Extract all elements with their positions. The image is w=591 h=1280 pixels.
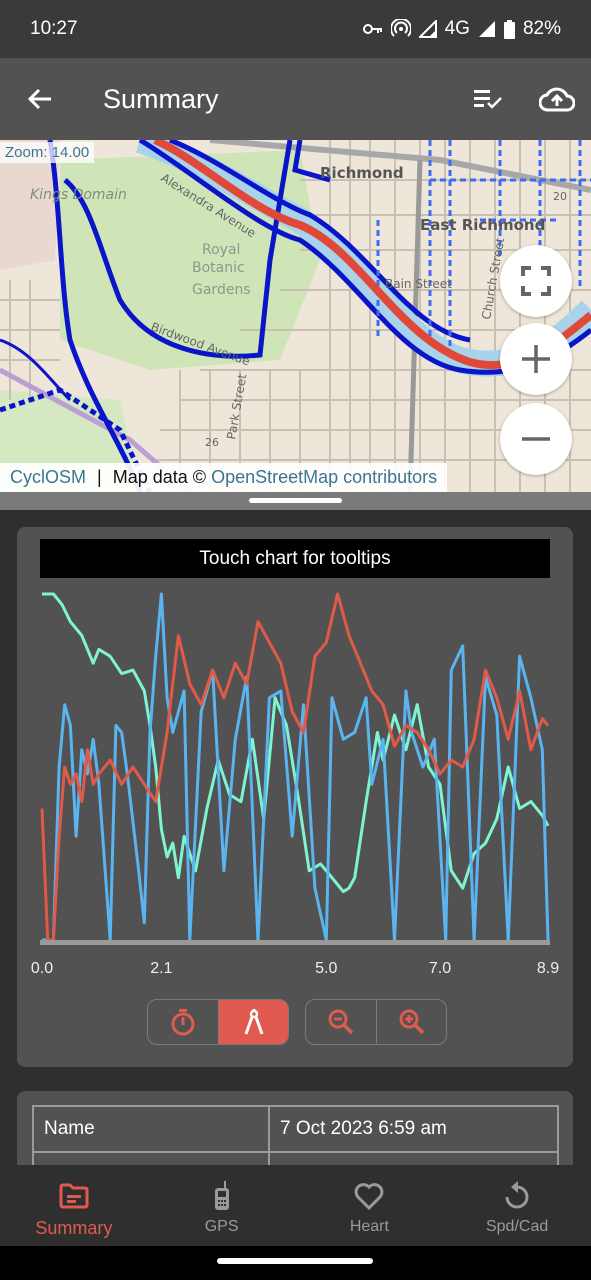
signal-icon <box>418 20 437 38</box>
bottom-navigation: Summary GPS Heart Spd/Cad <box>0 1165 591 1246</box>
checklist-button[interactable] <box>455 58 523 140</box>
x-tick-label: 0.0 <box>30 960 54 977</box>
map-zoom-out-button[interactable] <box>500 403 572 475</box>
panel-drag-handle[interactable] <box>0 492 591 510</box>
nav-label: Summary <box>35 1218 113 1238</box>
zoom-in-icon <box>399 1009 424 1035</box>
table-row: Name 7 Oct 2023 6:59 am <box>32 1105 559 1153</box>
nav-item-summary[interactable]: Summary <box>0 1165 148 1246</box>
map-attribution: CyclOSM | Map data © OpenStreetMap contr… <box>0 463 448 492</box>
network-type: 4G <box>444 18 470 39</box>
stopwatch-icon <box>171 1009 195 1036</box>
svg-text:Kings Domain: Kings Domain <box>30 187 127 203</box>
mode-toggle-group <box>147 999 289 1045</box>
battery-level: 82% <box>522 18 561 39</box>
svg-text:Gardens: Gardens <box>192 282 251 298</box>
compass-divider-icon <box>244 1009 263 1035</box>
status-time: 10:27 <box>30 18 78 39</box>
upload-button[interactable] <box>523 58 591 140</box>
x-tick-label: 7.0 <box>428 960 452 977</box>
heart-icon <box>354 1183 384 1210</box>
chart-zoom-out-button[interactable] <box>306 1000 376 1044</box>
fullscreen-icon <box>521 266 551 296</box>
map-zoom-in-button[interactable] <box>500 323 572 395</box>
nav-label: GPS <box>204 1218 239 1235</box>
svg-text:26: 26 <box>205 436 219 449</box>
time-mode-button[interactable] <box>148 1000 218 1044</box>
cloud-upload-icon <box>539 87 575 112</box>
vpn-key-icon <box>362 24 382 34</box>
fullscreen-button[interactable] <box>500 245 572 317</box>
minus-icon <box>522 437 550 441</box>
svg-text:Royal: Royal <box>202 242 240 258</box>
osm-contributors-link[interactable]: OpenStreetMap contributors <box>211 467 437 487</box>
line-chart[interactable] <box>17 582 573 962</box>
x-tick-label: 5.0 <box>315 960 338 977</box>
page-title: Summary <box>103 83 219 114</box>
status-bar: 10:27 4G 82% <box>0 0 591 58</box>
zoom-level-label: Zoom: 14.00 <box>0 142 95 163</box>
nav-item-spd-cad[interactable]: Spd/Cad <box>443 1165 591 1246</box>
status-icons: 4G 82% <box>362 18 561 40</box>
row-key: Name <box>32 1105 270 1153</box>
drag-grip[interactable] <box>249 498 342 503</box>
signal-icon <box>478 21 495 37</box>
refresh-icon <box>505 1181 529 1209</box>
chart-zoom-in-button[interactable] <box>376 1000 446 1044</box>
svg-text:Bain Street: Bain Street <box>385 277 452 291</box>
nav-item-gps[interactable]: GPS <box>148 1165 296 1246</box>
zoom-out-icon <box>328 1009 354 1035</box>
svg-text:Richmond: Richmond <box>320 164 404 182</box>
svg-text:Botanic: Botanic <box>192 260 245 276</box>
checklist-icon <box>474 90 502 109</box>
app-bar: Summary <box>0 58 591 140</box>
series-line-blue-series <box>42 592 550 942</box>
nav-item-heart[interactable]: Heart <box>296 1165 444 1246</box>
hotspot-icon <box>390 19 411 37</box>
nav-label: Heart <box>349 1218 389 1235</box>
x-tick-label: 2.1 <box>150 960 173 977</box>
distance-mode-button[interactable] <box>218 1000 288 1044</box>
zoom-button-group <box>305 999 447 1045</box>
arrow-left-icon <box>27 88 51 110</box>
attribution-text: Map data © <box>112 467 207 487</box>
svg-text:East Richmond: East Richmond <box>420 216 545 234</box>
svg-text:20: 20 <box>553 190 567 203</box>
system-navigation-bar <box>0 1246 591 1280</box>
nav-label: Spd/Cad <box>485 1218 549 1235</box>
x-tick-label: 8.9 <box>536 960 560 977</box>
row-value: 7 Oct 2023 6:59 am <box>268 1105 559 1153</box>
x-axis-line <box>40 940 550 945</box>
cyclosm-link[interactable]: CyclOSM <box>10 467 86 487</box>
chart-card: Touch chart for tooltips 0.0 2.1 5.0 7.0 8.9 <box>17 527 573 1067</box>
back-button[interactable] <box>0 58 80 140</box>
phone-gps-icon <box>214 1181 229 1210</box>
chart-header: Touch chart for tooltips <box>40 539 550 578</box>
home-gesture-pill[interactable] <box>217 1258 373 1264</box>
attribution-separator: | <box>97 467 102 487</box>
map-view[interactable]: Richmond East Richmond Kings Domain Roya… <box>0 140 591 492</box>
battery-icon <box>503 19 515 39</box>
plus-icon <box>522 345 550 373</box>
folder-icon <box>59 1183 89 1209</box>
